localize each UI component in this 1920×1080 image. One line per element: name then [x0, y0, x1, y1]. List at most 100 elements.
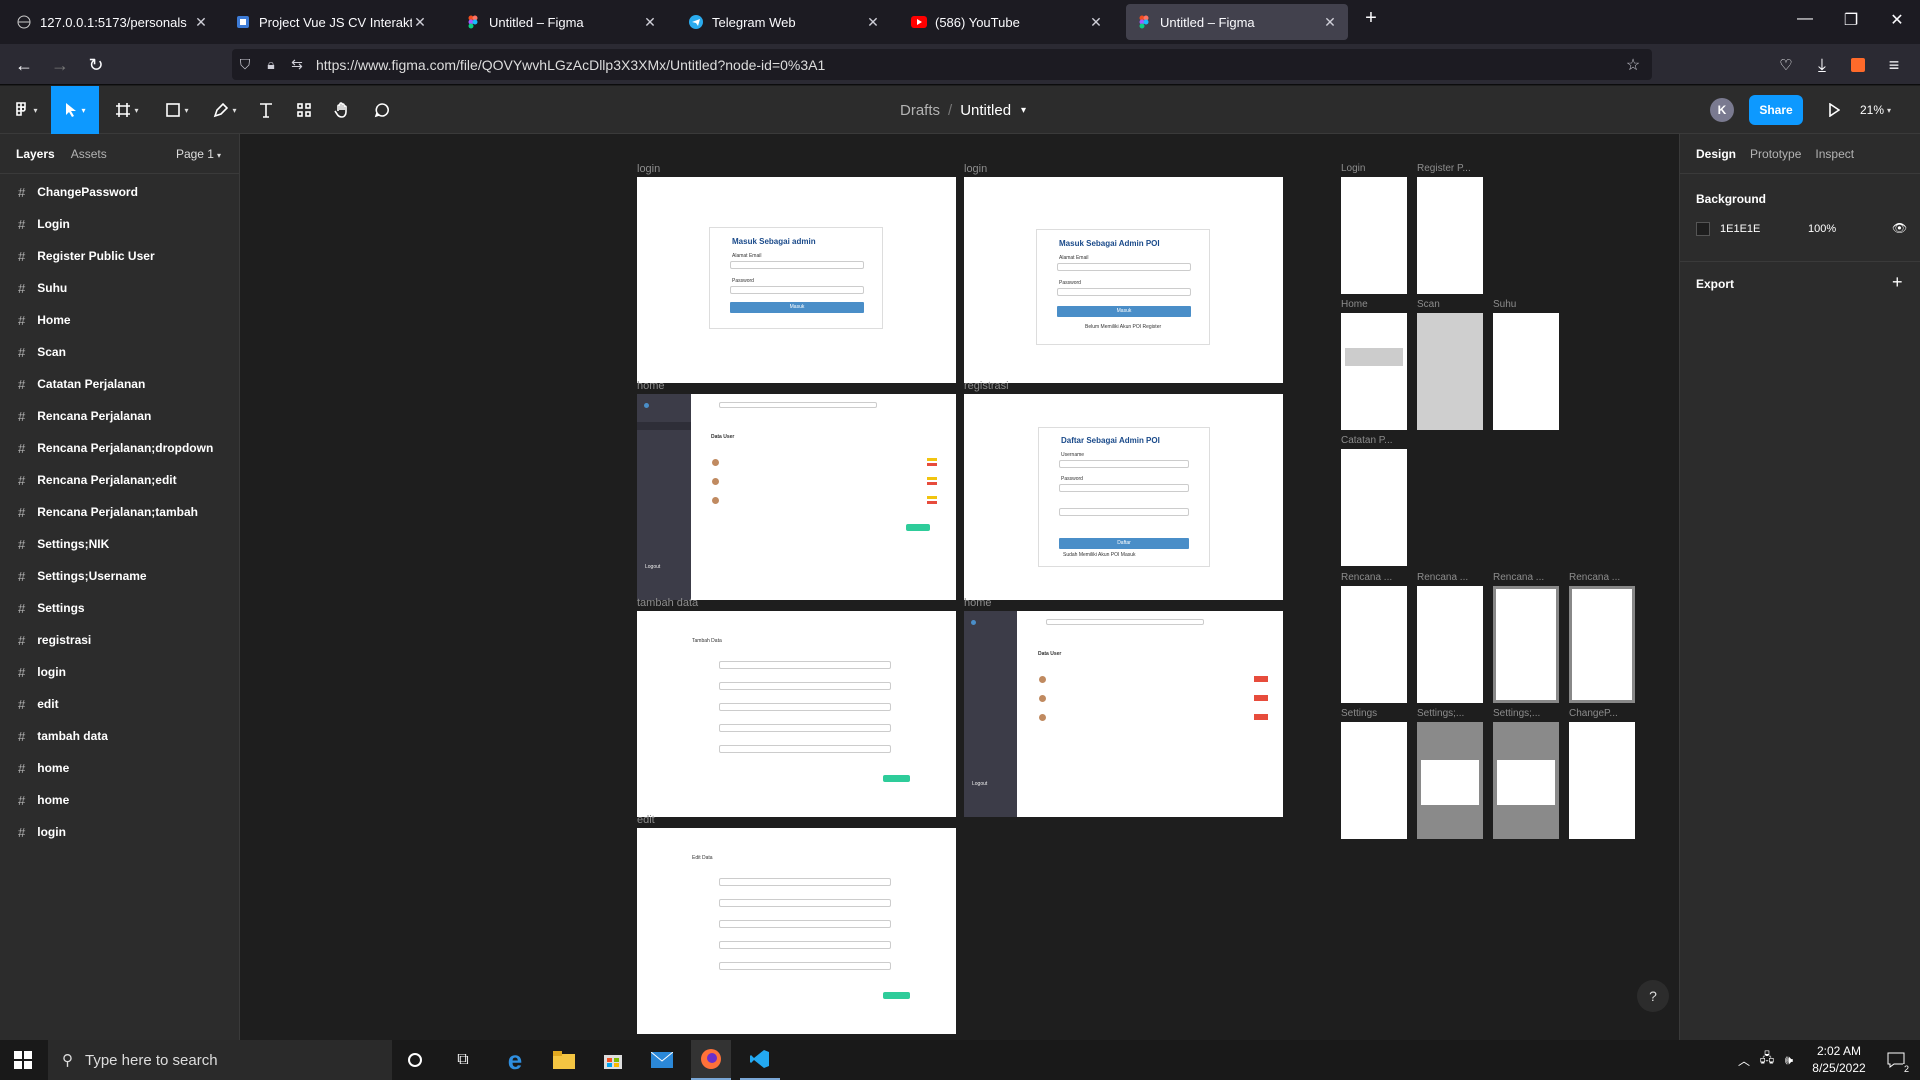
bookmark-star-icon[interactable]: ☆: [1620, 55, 1646, 75]
present-icon[interactable]: [1822, 86, 1846, 134]
browser-tab[interactable]: (586) YouTube ✕: [901, 4, 1114, 40]
layer-item[interactable]: # Catatan Perjalanan: [0, 368, 239, 400]
frame-registrasi[interactable]: Daftar Sebagai Admin POI Username Passwo…: [964, 394, 1283, 600]
layer-item[interactable]: # registrasi: [0, 624, 239, 656]
mobile-frame-register[interactable]: [1417, 177, 1483, 294]
mobile-frame-rencana-tambah[interactable]: [1569, 586, 1635, 703]
mobile-frame-scan[interactable]: [1417, 313, 1483, 430]
frame-label[interactable]: ChangeP...: [1569, 708, 1618, 719]
frame-label[interactable]: Register P...: [1417, 163, 1471, 174]
mobile-frame-suhu[interactable]: [1493, 313, 1559, 430]
mobile-frame-home[interactable]: [1341, 313, 1407, 430]
frame-tambah-data[interactable]: Tambah Data: [637, 611, 956, 817]
resources-tool[interactable]: [290, 86, 318, 134]
frame-label[interactable]: login: [637, 163, 660, 175]
frame-label[interactable]: Settings;...: [1417, 708, 1464, 719]
text-tool[interactable]: [252, 86, 280, 134]
layer-item[interactable]: # Settings;Username: [0, 560, 239, 592]
zoom-menu[interactable]: 21% ▾: [1860, 86, 1891, 134]
frame-label[interactable]: Rencana ...: [1493, 572, 1544, 583]
mobile-frame-settings-username[interactable]: [1493, 722, 1559, 839]
layer-item[interactable]: # Scan: [0, 336, 239, 368]
permissions-icon[interactable]: ⇆: [284, 56, 310, 73]
chevron-down-icon[interactable]: ▾: [1021, 105, 1026, 116]
avatar[interactable]: K: [1710, 98, 1734, 122]
frame-label[interactable]: Rencana ...: [1341, 572, 1392, 583]
clock[interactable]: 2:02 AM 8/25/2022: [1804, 1043, 1874, 1077]
frame-label[interactable]: Rencana ...: [1417, 572, 1468, 583]
frame-label[interactable]: tambah data: [637, 597, 698, 609]
notification-icon[interactable]: 2: [1878, 1040, 1914, 1080]
comment-tool[interactable]: [368, 86, 396, 134]
eye-icon[interactable]: 👁︎: [1892, 221, 1907, 235]
file-name[interactable]: Untitled: [960, 102, 1011, 119]
mail-icon[interactable]: [642, 1040, 682, 1080]
layer-item[interactable]: # Rencana Perjalanan: [0, 400, 239, 432]
close-icon[interactable]: ✕: [1088, 14, 1104, 31]
frame-label[interactable]: Suhu: [1493, 299, 1516, 310]
layer-item[interactable]: # home: [0, 752, 239, 784]
chevron-up-icon[interactable]: ︿: [1736, 1040, 1752, 1080]
browser-tab[interactable]: Project Vue JS CV Interaktif Web ✕: [225, 4, 438, 40]
url-bar[interactable]: ⛉ 🔒︎ ⇆ https://www.figma.com/file/QOVYwv…: [232, 49, 1652, 80]
close-icon[interactable]: ✕: [642, 14, 658, 31]
volume-icon[interactable]: 🕪︎: [1780, 1040, 1798, 1080]
frame-edit[interactable]: Edit Data: [637, 828, 956, 1034]
close-icon[interactable]: ✕: [193, 14, 209, 31]
frame-home-a[interactable]: Logout Data User: [637, 394, 956, 600]
layer-item[interactable]: # Settings;NIK: [0, 528, 239, 560]
layer-item[interactable]: # tambah data: [0, 720, 239, 752]
layer-item[interactable]: # Suhu: [0, 272, 239, 304]
tab-inspect[interactable]: Inspect: [1815, 147, 1854, 161]
menu-icon[interactable]: ≡: [1882, 53, 1906, 77]
minimize-icon[interactable]: —: [1790, 10, 1820, 28]
reload-icon[interactable]: ↻: [84, 53, 108, 77]
layer-item[interactable]: # Rencana Perjalanan;tambah: [0, 496, 239, 528]
store-icon[interactable]: [593, 1040, 633, 1080]
frame-label[interactable]: Settings;...: [1493, 708, 1540, 719]
mobile-frame-login[interactable]: [1341, 177, 1407, 294]
hand-tool[interactable]: [328, 86, 356, 134]
new-tab-icon[interactable]: +: [1356, 7, 1386, 30]
forward-icon[interactable]: →: [48, 53, 72, 77]
tab-layers[interactable]: Layers: [16, 147, 55, 161]
mobile-frame-catatan[interactable]: [1341, 449, 1407, 566]
layer-item[interactable]: # Register Public User: [0, 240, 239, 272]
cortana-icon[interactable]: [400, 1040, 430, 1080]
pen-tool[interactable]: ▾: [206, 86, 244, 134]
add-export-icon[interactable]: +: [1892, 272, 1903, 293]
frame-label[interactable]: Scan: [1417, 299, 1440, 310]
frame-label[interactable]: Settings: [1341, 708, 1377, 719]
frame-label[interactable]: Rencana ...: [1569, 572, 1620, 583]
frame-label[interactable]: login: [964, 163, 987, 175]
frame-label[interactable]: home: [637, 380, 665, 392]
frame-label[interactable]: Catatan P...: [1341, 435, 1393, 446]
frame-label[interactable]: Home: [1341, 299, 1368, 310]
shape-tool[interactable]: ▾: [158, 86, 196, 134]
move-tool[interactable]: ▾: [51, 86, 99, 134]
background-hex[interactable]: 1E1E1E: [1720, 223, 1760, 235]
frame-label[interactable]: Login: [1341, 163, 1365, 174]
firefox-icon[interactable]: [691, 1040, 731, 1080]
mobile-frame-rencana[interactable]: [1341, 586, 1407, 703]
taskbar-search[interactable]: ⚲ Type here to search: [48, 1040, 392, 1080]
edge-icon[interactable]: e: [495, 1040, 535, 1080]
mobile-frame-rencana-dropdown[interactable]: [1417, 586, 1483, 703]
share-button[interactable]: Share: [1749, 95, 1803, 125]
back-icon[interactable]: ←: [12, 53, 36, 77]
layer-item[interactable]: # Rencana Perjalanan;dropdown: [0, 432, 239, 464]
vscode-icon[interactable]: [740, 1040, 780, 1080]
mobile-frame-rencana-edit[interactable]: [1493, 586, 1559, 703]
layer-item[interactable]: # login: [0, 816, 239, 848]
browser-tab[interactable]: Untitled – Figma ✕: [455, 4, 668, 40]
frame-login-a[interactable]: Masuk Sebagai admin Alamat Email Passwor…: [637, 177, 956, 383]
tab-design[interactable]: Design: [1696, 147, 1736, 161]
close-icon[interactable]: ✕: [865, 14, 881, 31]
layer-item[interactable]: # Home: [0, 304, 239, 336]
file-explorer-icon[interactable]: [544, 1040, 584, 1080]
layer-item[interactable]: # login: [0, 656, 239, 688]
layer-item[interactable]: # ChangePassword: [0, 176, 239, 208]
layer-item[interactable]: # Rencana Perjalanan;edit: [0, 464, 239, 496]
frame-label[interactable]: home: [964, 597, 992, 609]
mobile-frame-settings[interactable]: [1341, 722, 1407, 839]
